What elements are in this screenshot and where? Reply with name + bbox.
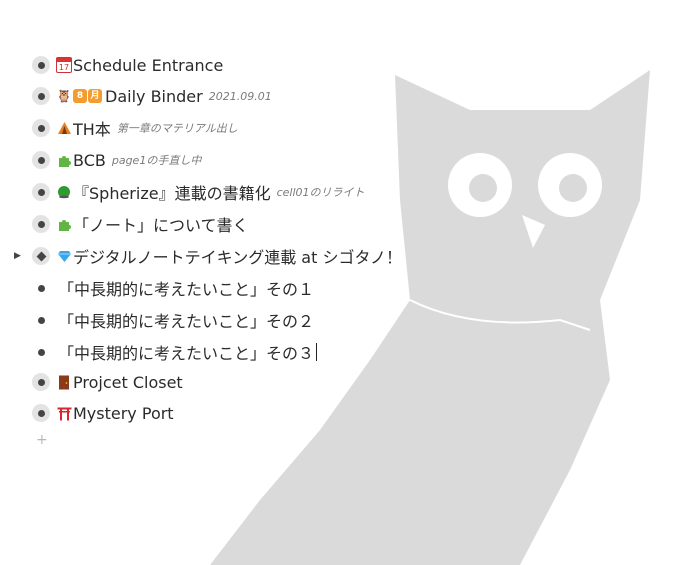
list-item[interactable]: 「中長期的に考えたいこと」その１ xyxy=(0,274,690,302)
expand-caret-icon[interactable]: ▶ xyxy=(14,249,24,263)
list-item-collapsed[interactable]: ▶ デジタルノートテイキング連載 at シゴタノ！ xyxy=(0,242,690,270)
bullet[interactable] xyxy=(32,311,50,329)
item-title[interactable]: BCB xyxy=(73,151,106,170)
item-title[interactable]: Mystery Port xyxy=(73,404,174,423)
text-cursor xyxy=(316,343,318,361)
bullet[interactable] xyxy=(32,247,50,265)
item-title[interactable]: 「中長期的に考えたいこと」その２ xyxy=(58,308,314,332)
item-title[interactable]: Schedule Entrance xyxy=(73,56,223,75)
list-item[interactable]: Mystery Port xyxy=(0,399,690,427)
bullet[interactable] xyxy=(32,343,50,361)
bullet[interactable] xyxy=(32,56,50,74)
item-note: cell01のリライト xyxy=(276,186,365,199)
bullet[interactable] xyxy=(32,87,50,105)
list-item-editing[interactable]: 「中長期的に考えたいこと」その３ xyxy=(0,338,690,366)
number-badge: 8 xyxy=(73,89,87,103)
list-item[interactable]: 17 Schedule Entrance xyxy=(0,51,690,79)
gem-icon xyxy=(56,248,72,264)
puzzle-icon xyxy=(56,152,72,168)
bullet[interactable] xyxy=(32,151,50,169)
list-item[interactable]: 「中長期的に考えたいこと」その２ xyxy=(0,306,690,334)
list-item[interactable]: 『Spherize』連載の書籍化 cell01のリライト xyxy=(0,178,690,206)
list-item[interactable]: 🦉 8 月 Daily Binder 2021.09.01 xyxy=(0,82,690,110)
item-title[interactable]: 「中長期的に考えたいこと」その１ xyxy=(58,276,314,300)
list-item[interactable]: Projcet Closet xyxy=(0,368,690,396)
owl-icon: 🦉 xyxy=(56,89,72,103)
item-note: 2021.09.01 xyxy=(208,89,272,103)
bullet[interactable] xyxy=(32,404,50,422)
list-item[interactable]: TH本 第一章のマテリアル出し xyxy=(0,114,690,142)
item-note: 第一章のマテリアル出し xyxy=(116,122,238,135)
add-item-button[interactable]: + xyxy=(36,432,48,448)
puzzle-icon xyxy=(56,216,72,232)
month-badge: 月 xyxy=(88,89,102,103)
bullet[interactable] xyxy=(32,373,50,391)
item-title[interactable]: 「ノート」について書く xyxy=(73,212,249,236)
bullet[interactable] xyxy=(32,279,50,297)
torii-icon xyxy=(56,405,72,421)
item-note: page1の手直し中 xyxy=(111,154,202,167)
bullet[interactable] xyxy=(32,183,50,201)
green-ball-icon xyxy=(56,184,72,200)
item-title[interactable]: TH本 xyxy=(73,116,111,140)
tent-icon xyxy=(56,120,72,136)
item-title[interactable]: 『Spherize』連載の書籍化 xyxy=(73,180,271,204)
bullet[interactable] xyxy=(32,215,50,233)
item-title[interactable]: Projcet Closet xyxy=(73,373,183,392)
bullet[interactable] xyxy=(32,119,50,137)
calendar-icon: 17 xyxy=(56,57,72,73)
item-title[interactable]: Daily Binder xyxy=(105,87,203,106)
door-icon xyxy=(56,374,72,390)
item-title[interactable]: 「中長期的に考えたいこと」その３ xyxy=(58,340,314,364)
item-title[interactable]: デジタルノートテイキング連載 at シゴタノ！ xyxy=(73,244,402,268)
list-item[interactable]: 「ノート」について書く xyxy=(0,210,690,238)
list-item[interactable]: BCB page1の手直し中 xyxy=(0,146,690,174)
